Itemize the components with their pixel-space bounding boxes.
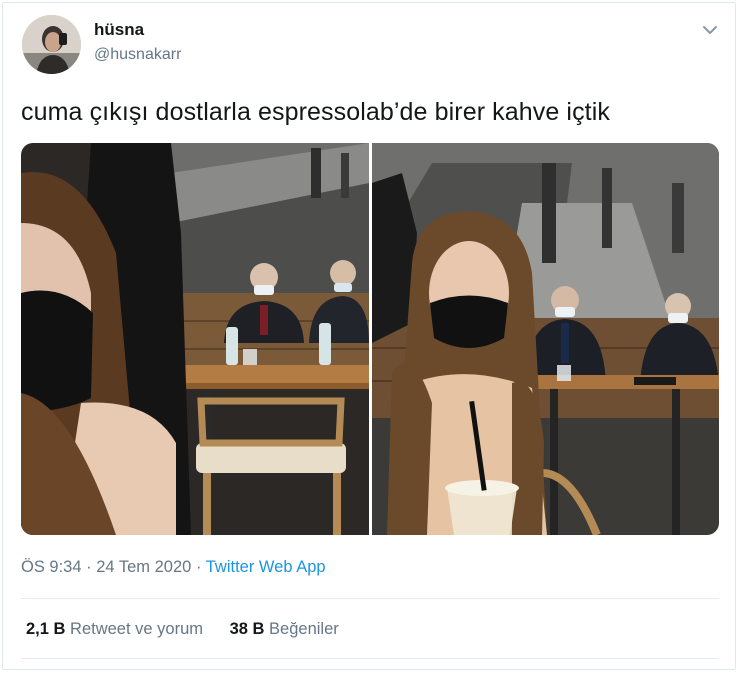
tweet-date[interactable]: 24 Tem 2020 — [96, 558, 191, 576]
tweet-photo-1[interactable] — [21, 143, 369, 535]
tweet-source-link[interactable]: Twitter Web App — [206, 558, 326, 576]
chevron-down-icon[interactable] — [700, 20, 720, 40]
tweet-photo-2[interactable] — [372, 143, 719, 535]
retweets-count: 2,1 B — [26, 620, 66, 638]
likes-label: Beğeniler — [269, 620, 339, 638]
user-handle[interactable]: @husnakarr — [94, 46, 181, 64]
divider — [21, 658, 719, 659]
meta-separator: · — [86, 558, 92, 576]
retweets-label: Retweet ve yorum — [70, 620, 203, 638]
display-name[interactable]: hüsna — [94, 20, 144, 40]
meta-separator: · — [195, 558, 202, 576]
avatar[interactable] — [22, 15, 81, 74]
likes-count: 38 B — [229, 620, 265, 638]
tweet-time[interactable]: ÖS 9:34 — [21, 558, 82, 576]
retweets-stat[interactable]: 2,1 B Retweet ve yorum — [26, 620, 208, 638]
tweet-text: cuma çıkışı dostlarla espressolab’de bir… — [21, 98, 610, 126]
divider — [21, 598, 719, 599]
tweet-stats: 2,1 B Retweet ve yorum 38 B Beğeniler — [26, 620, 339, 639]
likes-stat[interactable]: 38 B Beğeniler — [230, 620, 339, 638]
tweet-meta: ÖS 9:34 · 24 Tem 2020 · Twitter Web App — [21, 558, 326, 577]
